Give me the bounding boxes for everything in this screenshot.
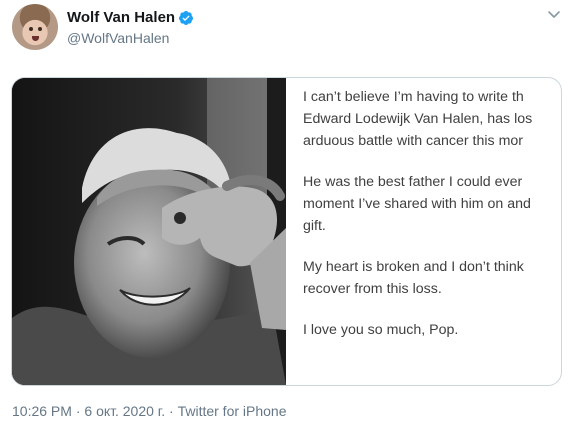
statement-line: I love you so much, Pop. [303,322,459,338]
avatar-eye [38,27,42,31]
author-avatar[interactable] [12,4,58,50]
verified-badge-icon [178,11,193,25]
statement-line: moment I’ve shared with him on and [303,196,531,212]
tweet-date[interactable]: 6 окт. 2020 г. [84,403,165,419]
tweet-source-link[interactable]: Twitter for iPhone [178,403,287,419]
author-handle[interactable]: @WolfVanHalen [67,30,169,46]
statement-line: My heart is broken and I don’t think [303,259,524,275]
avatar-eye [29,27,33,31]
statement-line: recover from this loss. [303,281,442,297]
statement-paragraph: I can’t believe I’m having to write th E… [303,86,561,152]
statement-paragraph: My heart is broken and I don’t think rec… [303,256,561,300]
author-name[interactable]: Wolf Van Halen [67,9,175,26]
tweet-time[interactable]: 10:26 PM [12,403,72,419]
tweet-metadata: 10:26 PM · 6 окт. 2020 г. · Twitter for … [12,403,287,419]
statement-line: arduous battle with cancer this mor [303,133,524,149]
chevron-down-icon[interactable] [547,10,561,20]
statement-line: Edward Lodewijk Van Halen, has los [303,111,533,127]
statement-line: He was the best father I could ever [303,174,523,190]
statement-paragraph: He was the best father I could ever mome… [303,171,561,237]
meta-separator: · [75,403,81,419]
statement-line: gift. [303,218,326,234]
tweet-image[interactable]: I can’t believe I’m having to write th E… [11,77,562,386]
statement-text: I can’t believe I’m having to write th E… [303,86,561,360]
meta-separator: · [169,403,174,419]
statement-line: I can’t believe I’m having to write th [303,89,524,105]
avatar-mouth [32,36,39,41]
statement-paragraph: I love you so much, Pop. [303,319,561,341]
portrait-photo [12,78,286,385]
